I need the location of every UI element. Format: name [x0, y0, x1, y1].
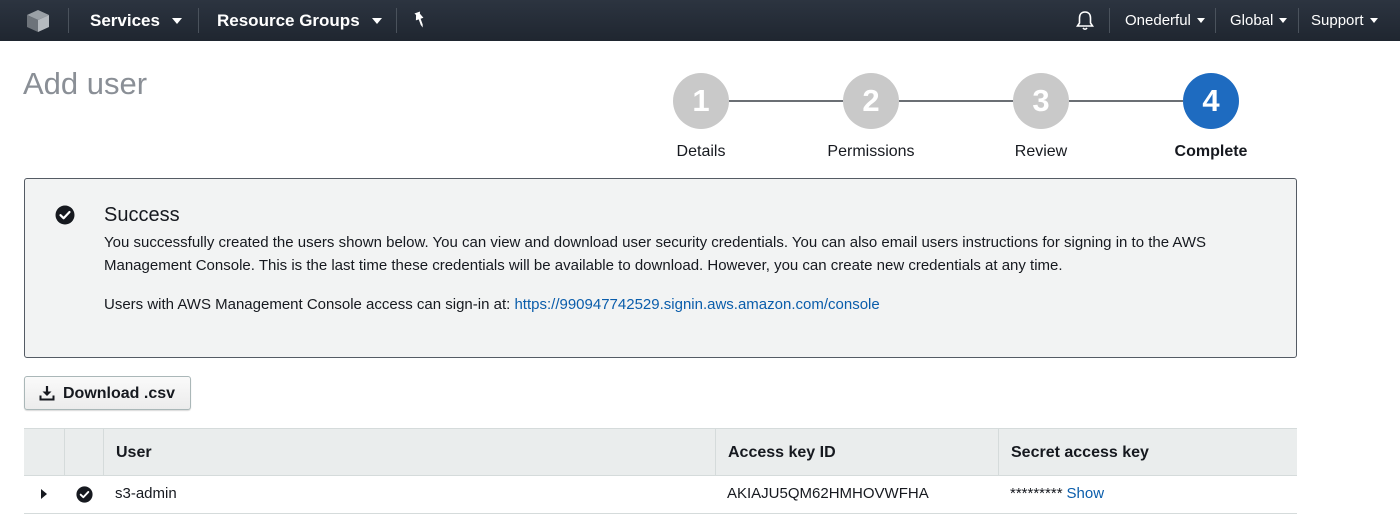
bell-icon[interactable] — [1075, 10, 1095, 31]
secret-access-key-cell: ********* Show — [1010, 476, 1104, 513]
signin-prefix: Users with AWS Management Console access… — [104, 296, 511, 313]
step-connector — [729, 100, 843, 102]
user-name-cell: s3-admin — [115, 485, 177, 502]
table-row: s3-admin AKIAJU5QM62HMHOVWFHA ********* S… — [24, 476, 1297, 514]
expand-column-header — [24, 429, 64, 476]
download-icon — [39, 386, 55, 401]
region-menu[interactable]: Global — [1230, 0, 1288, 41]
nav-separator — [1109, 8, 1110, 33]
access-key-id-cell: AKIAJU5QM62HMHOVWFHA — [727, 485, 929, 502]
download-csv-button[interactable]: Download .csv — [24, 376, 191, 410]
account-menu[interactable]: Onederful — [1125, 0, 1205, 41]
chevron-down-icon — [171, 17, 182, 24]
resource-groups-menu[interactable]: Resource Groups — [217, 0, 382, 41]
account-label: Onederful — [1125, 12, 1191, 29]
step-label-permissions: Permissions — [827, 143, 915, 160]
pin-icon[interactable] — [412, 11, 428, 29]
services-menu[interactable]: Services — [90, 0, 182, 41]
success-message: You successfully created the users shown… — [104, 234, 1207, 274]
support-menu[interactable]: Support — [1311, 0, 1378, 41]
nav-separator — [396, 8, 397, 33]
status-column-header — [64, 429, 103, 476]
aws-cube-icon[interactable] — [26, 9, 50, 33]
chevron-down-icon — [1369, 17, 1378, 23]
nav-separator — [68, 8, 69, 33]
table-header: User Access key ID Secret access key — [24, 428, 1297, 476]
step-label-review: Review — [1014, 143, 1068, 160]
check-circle-icon — [76, 486, 93, 503]
download-label: Download .csv — [63, 385, 176, 402]
user-column-header[interactable]: User — [103, 429, 715, 476]
step-circle-1: 1 — [673, 73, 729, 129]
step-circle-2: 2 — [843, 73, 899, 129]
step-label-details: Details — [676, 143, 726, 160]
services-label: Services — [90, 11, 160, 30]
signin-line: Users with AWS Management Console access… — [104, 296, 880, 313]
nav-separator — [1298, 8, 1299, 33]
top-nav-bar: Services Resource Groups Onederful Globa… — [0, 0, 1400, 41]
check-circle-icon — [55, 205, 75, 225]
step-circle-4: 4 — [1183, 73, 1239, 129]
chevron-down-icon — [1196, 17, 1205, 23]
access-key-id-column-header[interactable]: Access key ID — [715, 429, 998, 476]
success-title: Success — [104, 204, 180, 226]
secret-access-key-column-header[interactable]: Secret access key — [998, 429, 1297, 476]
step-circle-3: 3 — [1013, 73, 1069, 129]
nav-separator — [198, 8, 199, 33]
step-label-complete: Complete — [1174, 143, 1248, 160]
chevron-down-icon — [1279, 17, 1288, 23]
expand-row-icon[interactable] — [41, 489, 47, 499]
region-label: Global — [1230, 12, 1274, 29]
step-connector — [899, 100, 1013, 102]
resource-groups-label: Resource Groups — [217, 11, 360, 30]
nav-separator — [1215, 8, 1216, 33]
masked-secret: ********* — [1010, 485, 1063, 502]
step-connector — [1069, 100, 1183, 102]
support-label: Support — [1311, 12, 1364, 29]
chevron-down-icon — [371, 17, 382, 24]
show-secret-link[interactable]: Show — [1067, 485, 1105, 502]
page-title: Add user — [23, 66, 148, 101]
console-signin-link[interactable]: https://990947742529.signin.aws.amazon.c… — [514, 296, 879, 313]
